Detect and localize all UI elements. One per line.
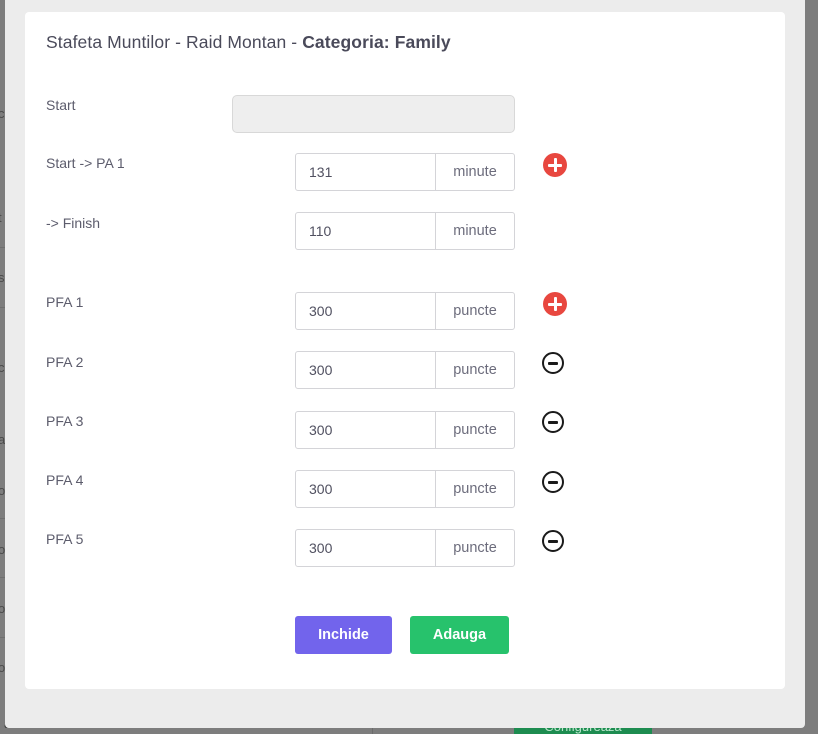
time-input-group: minute <box>295 153 515 191</box>
minus-circle-icon[interactable] <box>542 411 564 433</box>
pfa-points-input[interactable] <box>296 293 435 329</box>
background-text: c <box>0 360 5 375</box>
pfa-row-label: PFA 2 <box>46 354 84 370</box>
plus-circle-icon[interactable] <box>543 292 567 316</box>
time-input-group: minute <box>295 212 515 250</box>
time-row-label: Start -> PA 1 <box>46 155 125 171</box>
modal-title-category: Categoria: Family <box>302 32 451 52</box>
modal-title-prefix: Stafeta Muntilor - Raid Montan - <box>46 32 303 52</box>
pfa-row-label: PFA 3 <box>46 413 84 429</box>
background-text: s <box>0 270 5 285</box>
add-button[interactable]: Adauga <box>410 616 509 654</box>
points-unit-addon: puncte <box>435 352 514 388</box>
minus-circle-icon[interactable] <box>542 471 564 493</box>
pfa-input-group: puncte <box>295 351 515 389</box>
time-row-label: -> Finish <box>46 215 101 231</box>
close-button[interactable]: Inchide <box>295 616 392 654</box>
background-text: c <box>0 106 5 121</box>
minus-circle-icon[interactable] <box>542 530 564 552</box>
points-unit-addon: puncte <box>435 530 514 566</box>
pfa-input-group: puncte <box>295 411 515 449</box>
time-input[interactable] <box>296 213 435 249</box>
time-unit-addon: minute <box>435 213 514 249</box>
time-input[interactable] <box>296 154 435 190</box>
pfa-input-group: puncte <box>295 292 515 330</box>
points-unit-addon: puncte <box>435 293 514 329</box>
pfa-row-label: PFA 5 <box>46 531 84 547</box>
pfa-row-label: PFA 4 <box>46 472 84 488</box>
points-unit-addon: puncte <box>435 412 514 448</box>
pfa-points-input[interactable] <box>296 352 435 388</box>
background-text: t <box>0 210 2 225</box>
modal-title: Stafeta Muntilor - Raid Montan - Categor… <box>46 32 451 53</box>
pfa-points-input[interactable] <box>296 412 435 448</box>
pfa-input-group: puncte <box>295 529 515 567</box>
start-field <box>232 95 515 133</box>
start-label: Start <box>46 97 76 113</box>
points-unit-addon: puncte <box>435 471 514 507</box>
plus-circle-icon[interactable] <box>543 153 567 177</box>
time-unit-addon: minute <box>435 154 514 190</box>
pfa-points-input[interactable] <box>296 471 435 507</box>
pfa-row-label: PFA 1 <box>46 294 84 310</box>
pfa-points-input[interactable] <box>296 530 435 566</box>
pfa-input-group: puncte <box>295 470 515 508</box>
minus-circle-icon[interactable] <box>542 352 564 374</box>
